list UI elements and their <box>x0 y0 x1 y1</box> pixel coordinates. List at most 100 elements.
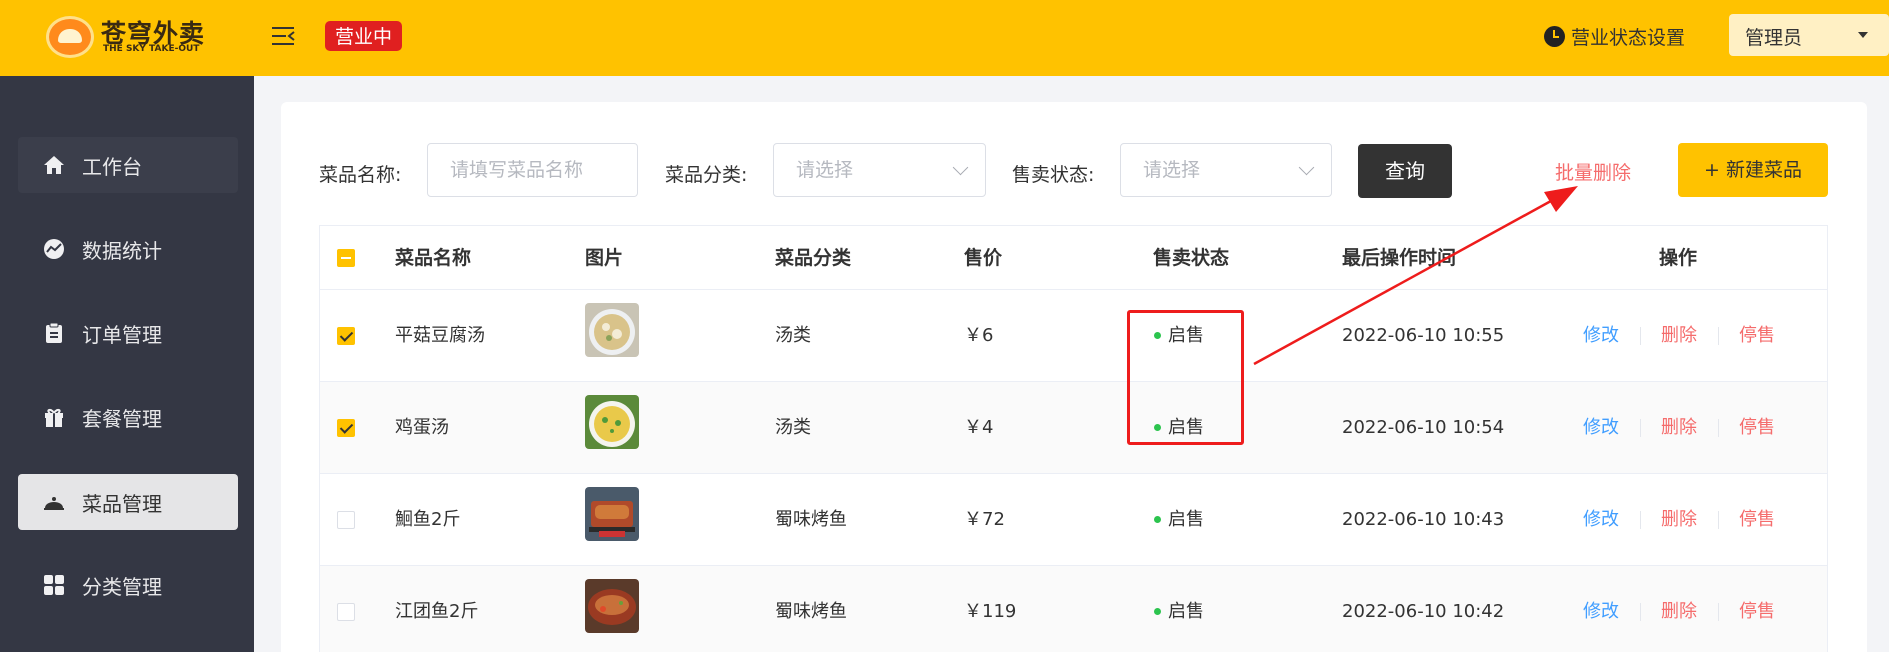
delete-button[interactable]: 删除 <box>1661 566 1697 652</box>
updated-time: 2022-06-10 10:43 <box>1342 509 1505 530</box>
row-checkbox[interactable] <box>337 327 355 345</box>
column-header: 菜品名称 <box>395 247 472 269</box>
delete-button[interactable]: 删除 <box>1661 382 1697 474</box>
sidebar-item-orders[interactable]: 订单管理 <box>18 305 238 361</box>
dish-cover-icon <box>44 497 64 510</box>
batch-delete-button[interactable]: 批量删除 <box>1555 158 1631 185</box>
app-logo[interactable]: 苍穹外卖 THE SKY TAKE-OUT <box>46 14 216 60</box>
sidebar-item-label: 套餐管理 <box>82 406 162 431</box>
edit-button[interactable]: 修改 <box>1583 474 1619 566</box>
column-header: 图片 <box>585 247 624 269</box>
sidebar-item-label: 菜品管理 <box>82 491 162 516</box>
logo-mark-icon <box>46 16 94 58</box>
dish-image[interactable] <box>585 395 639 449</box>
stop-sale-button[interactable]: 停售 <box>1739 290 1775 382</box>
dish-image[interactable] <box>585 487 639 541</box>
status-dot-icon <box>1154 608 1161 615</box>
status-setting-label: 营业状态设置 <box>1571 26 1686 49</box>
sidebar-item-workbench[interactable]: 工作台 <box>18 137 238 193</box>
divider <box>1640 511 1641 529</box>
divider <box>1718 603 1719 621</box>
annotation-highlight-box <box>1127 310 1244 445</box>
sidebar-item-label: 订单管理 <box>82 322 162 347</box>
sidebar-item-label: 工作台 <box>82 154 142 179</box>
divider <box>1718 511 1719 529</box>
dish-price: ￥6 <box>964 325 994 346</box>
sidebar-item-label: 数据统计 <box>82 238 162 263</box>
dish-table: 菜品名称 图片 菜品分类 售价 售卖状态 最后操作时间 操作 平菇豆腐汤 汤类 … <box>319 225 1828 652</box>
query-button[interactable]: 查询 <box>1358 144 1452 198</box>
sidebar-item-dishes[interactable]: 菜品管理 <box>18 474 238 530</box>
dish-name-input[interactable] <box>427 143 638 197</box>
edit-button[interactable]: 修改 <box>1583 290 1619 382</box>
row-checkbox[interactable] <box>337 511 355 529</box>
stop-sale-button[interactable]: 停售 <box>1739 474 1775 566</box>
sale-status: 启售 <box>1168 601 1204 622</box>
dish-category: 汤类 <box>775 417 811 438</box>
dish-category: 蜀味烤鱼 <box>775 601 847 622</box>
dish-name: 江团鱼2斤 <box>395 601 479 622</box>
select-all-checkbox[interactable] <box>337 249 355 267</box>
divider <box>1640 419 1641 437</box>
home-icon <box>44 156 64 174</box>
divider <box>1718 419 1719 437</box>
clipboard-icon <box>46 322 62 343</box>
sidebar: 工作台 数据统计 订单管理 套餐管理 菜品管理 分类管理 <box>0 76 254 652</box>
row-checkbox[interactable] <box>337 603 355 621</box>
stop-sale-button[interactable]: 停售 <box>1739 382 1775 474</box>
user-menu[interactable]: 管理员 <box>1729 14 1889 56</box>
delete-button[interactable]: 删除 <box>1661 290 1697 382</box>
user-name: 管理员 <box>1745 27 1803 49</box>
sidebar-item-setmeal[interactable]: 套餐管理 <box>18 389 238 445</box>
stop-sale-button[interactable]: 停售 <box>1739 566 1775 652</box>
category-select[interactable]: 请选择 <box>773 143 986 197</box>
table-row: 江团鱼2斤 蜀味烤鱼 ￥119 启售 2022-06-10 10:42 修改 删… <box>320 565 1827 652</box>
sale-status: 启售 <box>1168 509 1204 530</box>
dish-category: 汤类 <box>775 325 811 346</box>
delete-button[interactable]: 删除 <box>1661 474 1697 566</box>
category-filter-label: 菜品分类: <box>665 164 748 186</box>
gift-icon <box>45 408 63 427</box>
column-header: 菜品分类 <box>775 247 852 269</box>
business-status-badge: 营业中 <box>325 21 403 51</box>
divider <box>1718 327 1719 345</box>
column-header: 售价 <box>964 247 1003 269</box>
new-dish-button[interactable]: + 新建菜品 <box>1678 143 1828 197</box>
sidebar-item-categories[interactable]: 分类管理 <box>18 557 238 613</box>
status-setting-button[interactable]: 营业状态设置 <box>1544 21 1685 51</box>
dish-name: 平菇豆腐汤 <box>395 325 485 346</box>
dish-name: 鮰鱼2斤 <box>395 509 461 530</box>
dish-image[interactable] <box>585 579 639 633</box>
updated-time: 2022-06-10 10:55 <box>1342 325 1505 346</box>
updated-time: 2022-06-10 10:54 <box>1342 417 1505 438</box>
edit-button[interactable]: 修改 <box>1583 382 1619 474</box>
table-row: 鸡蛋汤 汤类 ￥4 启售 2022-06-10 10:54 修改 删除 停售 <box>320 381 1827 473</box>
collapse-menu-icon[interactable] <box>272 24 296 48</box>
grid-icon <box>44 575 64 595</box>
clock-icon <box>1544 25 1565 47</box>
logo-subtitle: THE SKY TAKE-OUT <box>103 44 200 54</box>
status-select[interactable]: 请选择 <box>1120 143 1332 197</box>
dish-image[interactable] <box>585 303 639 357</box>
sidebar-item-label: 分类管理 <box>82 574 162 599</box>
dish-price: ￥72 <box>964 509 1005 530</box>
updated-time: 2022-06-10 10:42 <box>1342 601 1505 622</box>
edit-button[interactable]: 修改 <box>1583 566 1619 652</box>
sidebar-item-statistics[interactable]: 数据统计 <box>18 221 238 277</box>
dish-name: 鸡蛋汤 <box>395 417 449 438</box>
dish-price: ￥4 <box>964 417 994 438</box>
status-dot-icon <box>1154 516 1161 523</box>
table-row: 平菇豆腐汤 汤类 ￥6 启售 2022-06-10 10:55 修改 删除 停售 <box>320 289 1827 381</box>
column-header: 操作 <box>1659 247 1698 269</box>
column-header: 售卖状态 <box>1153 247 1230 269</box>
dish-category: 蜀味烤鱼 <box>775 509 847 530</box>
row-checkbox[interactable] <box>337 419 355 437</box>
column-header: 最后操作时间 <box>1342 247 1457 269</box>
divider <box>1640 603 1641 621</box>
divider <box>1640 327 1641 345</box>
table-row: 鮰鱼2斤 蜀味烤鱼 ￥72 启售 2022-06-10 10:43 修改 删除 … <box>320 473 1827 565</box>
name-filter-label: 菜品名称: <box>319 164 402 186</box>
caret-down-icon <box>1858 32 1868 38</box>
dish-price: ￥119 <box>964 601 1017 622</box>
status-filter-label: 售卖状态: <box>1012 164 1095 186</box>
